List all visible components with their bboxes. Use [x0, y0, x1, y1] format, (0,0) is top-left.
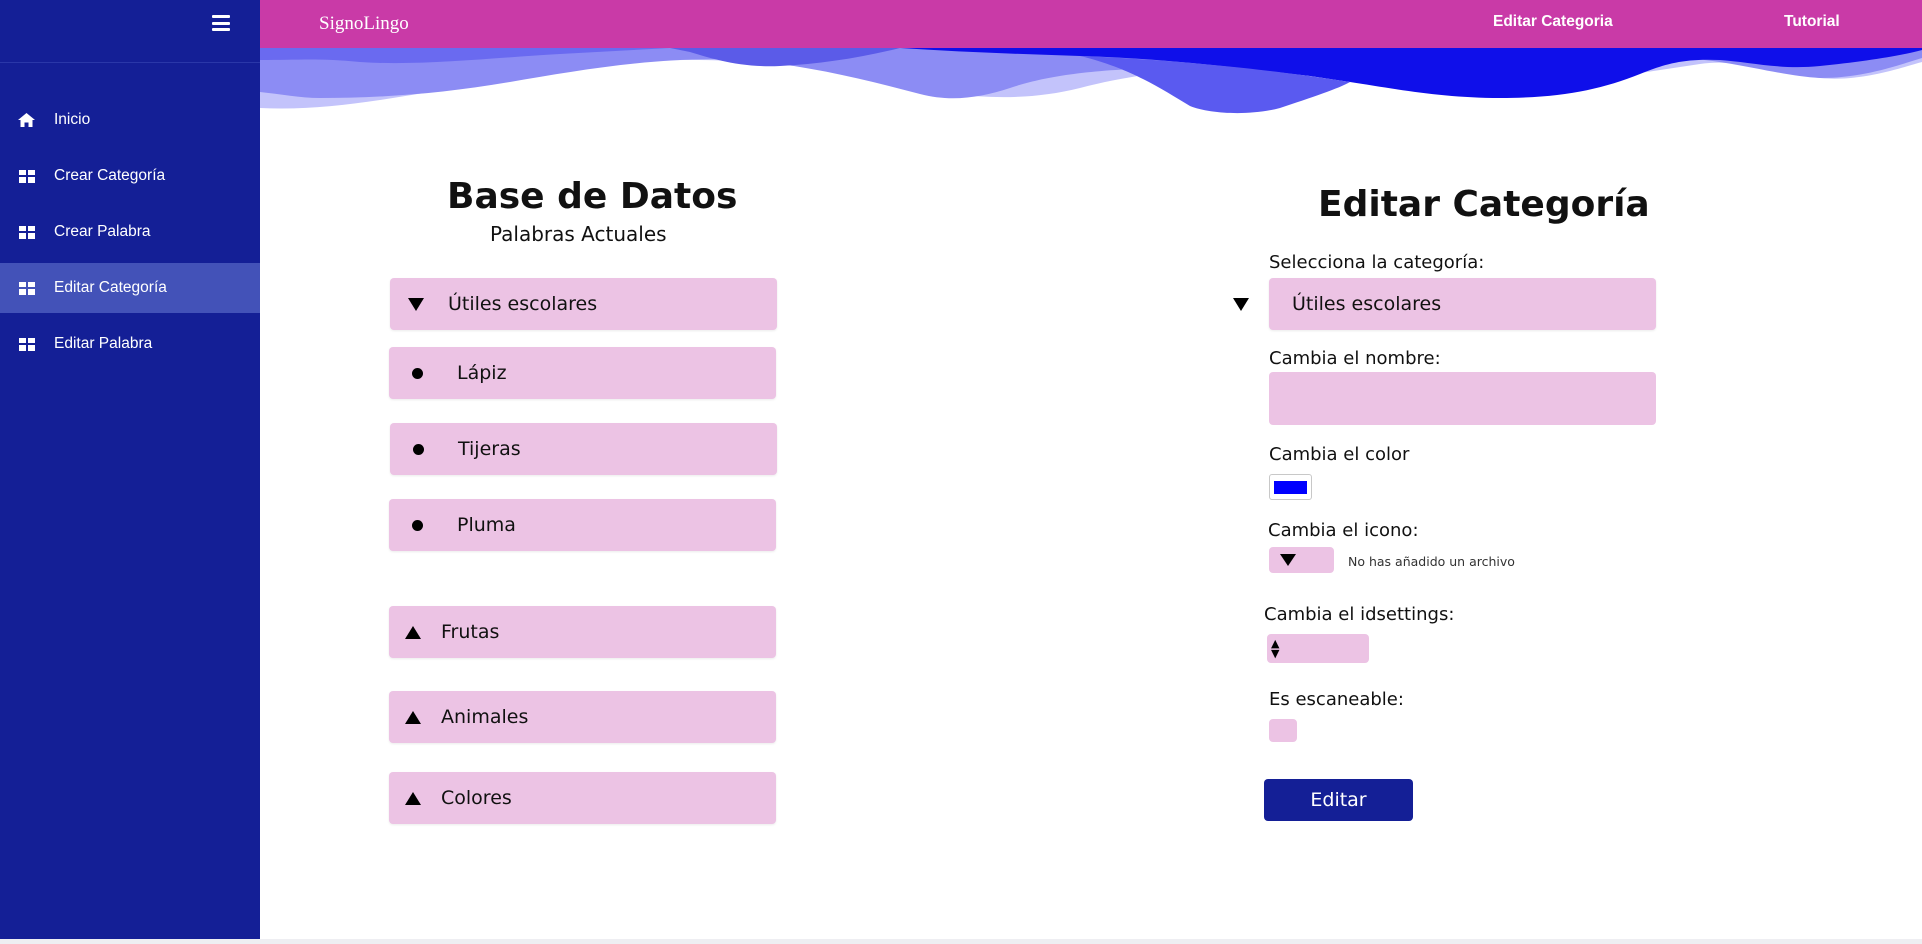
grid-icon: [17, 224, 36, 240]
sidebar-item-editar-palabra[interactable]: Editar Palabra: [0, 319, 260, 369]
select-category-label: Selecciona la categoría:: [1269, 252, 1485, 273]
scannable-label: Es escaneable:: [1269, 689, 1404, 710]
category-label: Frutas: [441, 621, 500, 643]
hamburger-icon[interactable]: [212, 15, 230, 31]
word-item[interactable]: Lápiz: [389, 347, 776, 399]
database-title: Base de Datos: [447, 176, 738, 217]
category-collapsed[interactable]: Animales: [389, 691, 776, 743]
bullet-icon: [413, 443, 424, 455]
grid-icon: [17, 336, 36, 352]
color-swatch: [1274, 480, 1307, 494]
page-bottom-strip: [0, 939, 1922, 944]
color-picker[interactable]: [1269, 474, 1312, 500]
category-label: Animales: [441, 706, 529, 728]
sidebar-item-crear-palabra[interactable]: Crear Palabra: [0, 207, 260, 257]
bullet-icon: [412, 519, 423, 531]
scannable-checkbox[interactable]: [1269, 719, 1297, 742]
sidebar-item-crear-categoria[interactable]: Crear Categoría: [0, 151, 260, 201]
wave-decoration: [260, 48, 1922, 114]
sidebar-item-editar-categoria[interactable]: Editar Categoría: [0, 263, 260, 313]
sidebar-item-label: Crear Categoría: [54, 167, 166, 184]
sidebar: Inicio Crear Categoría Crear Palabra Edi…: [0, 0, 260, 939]
caret-up-icon: [405, 710, 421, 724]
name-input[interactable]: [1269, 372, 1656, 425]
word-item[interactable]: Tijeras: [390, 423, 777, 475]
idsettings-label: Cambia el idsettings:: [1264, 604, 1455, 625]
sidebar-item-label: Editar Palabra: [54, 335, 153, 352]
grid-icon: [17, 280, 36, 296]
category-expanded[interactable]: Útiles escolares: [390, 278, 777, 330]
idsettings-input[interactable]: ▲ ▼: [1267, 634, 1369, 663]
home-icon: [17, 112, 36, 128]
word-item[interactable]: Pluma: [389, 499, 776, 551]
file-status-text: No has añadido un archivo: [1348, 554, 1515, 569]
caret-down-icon: [1280, 554, 1296, 566]
nav-link-editar-categoria[interactable]: Editar Categoria: [1493, 13, 1613, 31]
word-label: Lápiz: [457, 362, 507, 384]
category-collapsed[interactable]: Colores: [389, 772, 776, 824]
sidebar-header: [0, 0, 260, 63]
form-title: Editar Categoría: [1318, 184, 1650, 225]
color-label: Cambia el color: [1269, 444, 1410, 465]
sidebar-item-label: Inicio: [54, 111, 91, 128]
select-caret-icon: [1233, 298, 1249, 311]
icon-label: Cambia el icono:: [1268, 520, 1419, 541]
database-subtitle: Palabras Actuales: [490, 222, 667, 246]
edit-submit-button[interactable]: Editar: [1264, 779, 1413, 821]
brand-link[interactable]: SignoLingo: [319, 13, 409, 35]
top-navbar: SignoLingo Editar Categoria Tutorial: [260, 0, 1922, 48]
sidebar-item-label: Crear Palabra: [54, 223, 151, 240]
word-label: Pluma: [457, 514, 516, 536]
spinner-arrows-icon[interactable]: ▲ ▼: [1271, 638, 1279, 659]
category-label: Útiles escolares: [448, 293, 598, 315]
sidebar-nav: Inicio Crear Categoría Crear Palabra Edi…: [0, 95, 260, 375]
sidebar-item-label: Editar Categoría: [54, 279, 167, 296]
main-content: SignoLingo Editar Categoria Tutorial Bas…: [260, 0, 1922, 939]
grid-icon: [17, 168, 36, 184]
word-label: Tijeras: [458, 438, 521, 460]
caret-up-icon: [405, 625, 421, 639]
nav-link-tutorial[interactable]: Tutorial: [1784, 13, 1840, 31]
category-select[interactable]: Útiles escolares: [1269, 278, 1656, 330]
file-choose-button[interactable]: [1269, 547, 1334, 573]
name-label: Cambia el nombre:: [1269, 348, 1441, 369]
caret-up-icon: [405, 791, 421, 805]
category-select-value: Útiles escolares: [1292, 293, 1442, 315]
bullet-icon: [412, 367, 423, 379]
category-label: Colores: [441, 787, 512, 809]
sidebar-item-inicio[interactable]: Inicio: [0, 95, 260, 145]
category-collapsed[interactable]: Frutas: [389, 606, 776, 658]
caret-down-icon: [408, 297, 424, 311]
